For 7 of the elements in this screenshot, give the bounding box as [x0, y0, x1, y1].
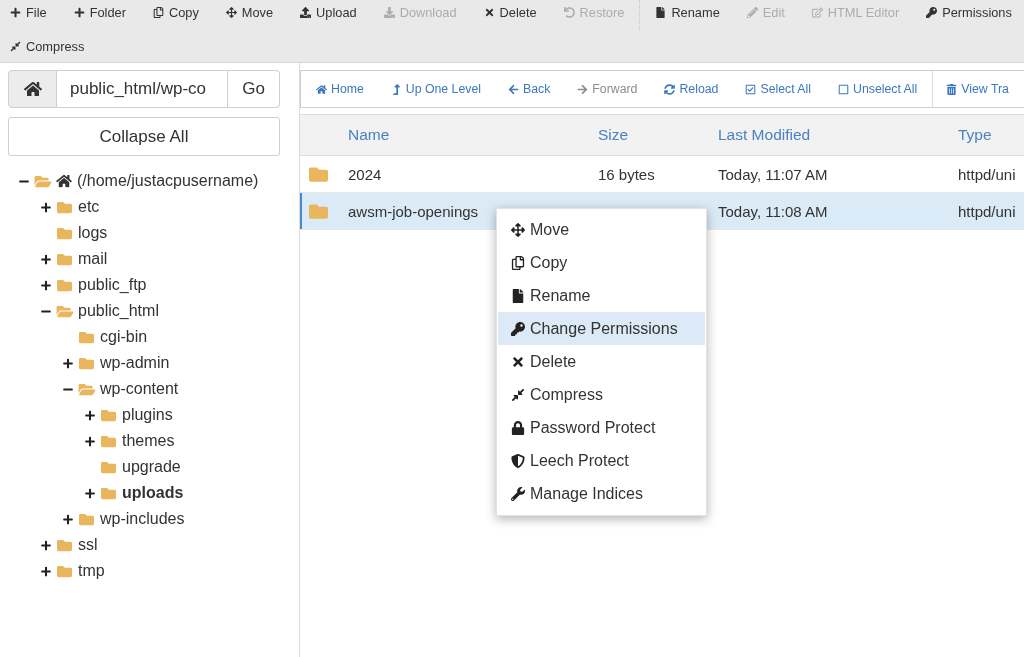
- table-cell-text: httpd/uni: [958, 202, 1017, 220]
- table-cell-text: httpd/uni: [958, 165, 1017, 183]
- table-cell-text: Today, 11:08 AM: [718, 202, 829, 220]
- table-cell-text: 2024: [348, 165, 383, 183]
- table-cell-text: Today, 11:07 AM: [718, 165, 829, 183]
- table-cell-text: 16 bytes: [598, 165, 656, 183]
- table-cell-text: awsm-job-openings: [348, 202, 480, 220]
